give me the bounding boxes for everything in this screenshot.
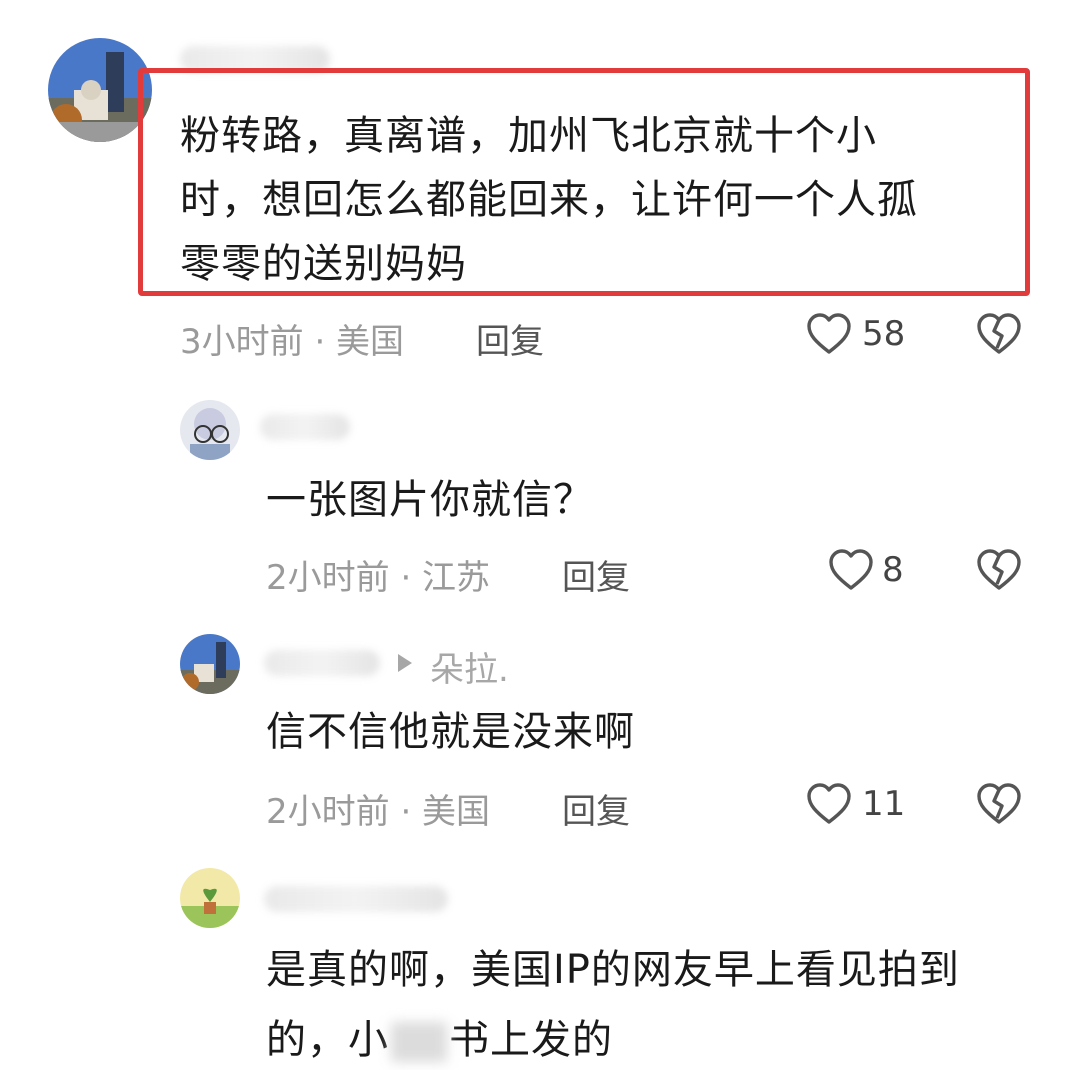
- comment-meta: 3小时前 · 美国: [180, 322, 405, 362]
- avatar[interactable]: [180, 400, 240, 460]
- comment-line: 零零的送别妈妈: [180, 241, 467, 287]
- comment-meta: 2小时前 · 美国: [266, 792, 491, 832]
- username-blurred[interactable]: [260, 414, 350, 440]
- comment-text: 粉转路，真离谱，加州飞北京就十个小 时，想回怎么都能回来，让许何一个人孤 零零的…: [180, 106, 1020, 294]
- username-blurred[interactable]: [264, 886, 448, 912]
- broken-heart-icon[interactable]: [976, 782, 1022, 826]
- comment-text: 是真的啊，美国IP的网友早上看见拍到 的，小 书上发的: [266, 940, 1056, 1070]
- broken-heart-icon[interactable]: [976, 312, 1022, 356]
- avatar-image: [180, 634, 240, 694]
- heart-outline-icon[interactable]: [806, 782, 852, 826]
- comment-text: 一张图片你就信？: [266, 477, 594, 523]
- like-count: 11: [862, 784, 906, 824]
- avatar[interactable]: [48, 38, 152, 142]
- avatar-image: [180, 868, 240, 928]
- avatar-image: [180, 400, 240, 460]
- reply-button[interactable]: 回复: [562, 550, 630, 599]
- comment-text: 信不信他就是没来啊: [266, 709, 635, 755]
- avatar-image: [48, 38, 152, 142]
- comment-line: 粉转路，真离谱，加州飞北京就十个小: [180, 113, 877, 159]
- reply-button[interactable]: 回复: [562, 784, 630, 833]
- comment-fragment: 的，小: [266, 1017, 389, 1063]
- reply-button[interactable]: 回复: [476, 314, 544, 363]
- avatar[interactable]: [180, 634, 240, 694]
- avatar[interactable]: [180, 868, 240, 928]
- like-count: 58: [862, 314, 906, 354]
- heart-outline-icon[interactable]: [806, 312, 852, 356]
- comment-line: 时，想回怎么都能回来，让许何一个人孤: [180, 177, 918, 223]
- comment-line: 是真的啊，美国IP的网友早上看见拍到: [266, 947, 960, 993]
- username-blurred[interactable]: [264, 650, 380, 676]
- comment-meta: 2小时前 · 江苏: [266, 558, 491, 598]
- heart-outline-icon[interactable]: [828, 548, 874, 592]
- comment-line: 的，小 书上发的: [266, 1010, 1056, 1070]
- broken-heart-icon[interactable]: [976, 548, 1022, 592]
- reply-to-username[interactable]: 朵拉.: [430, 642, 509, 691]
- redaction-blur: [391, 1022, 447, 1062]
- triangle-right-icon: [396, 652, 414, 674]
- like-count: 8: [882, 550, 904, 590]
- comment-fragment: 书上发的: [449, 1017, 613, 1063]
